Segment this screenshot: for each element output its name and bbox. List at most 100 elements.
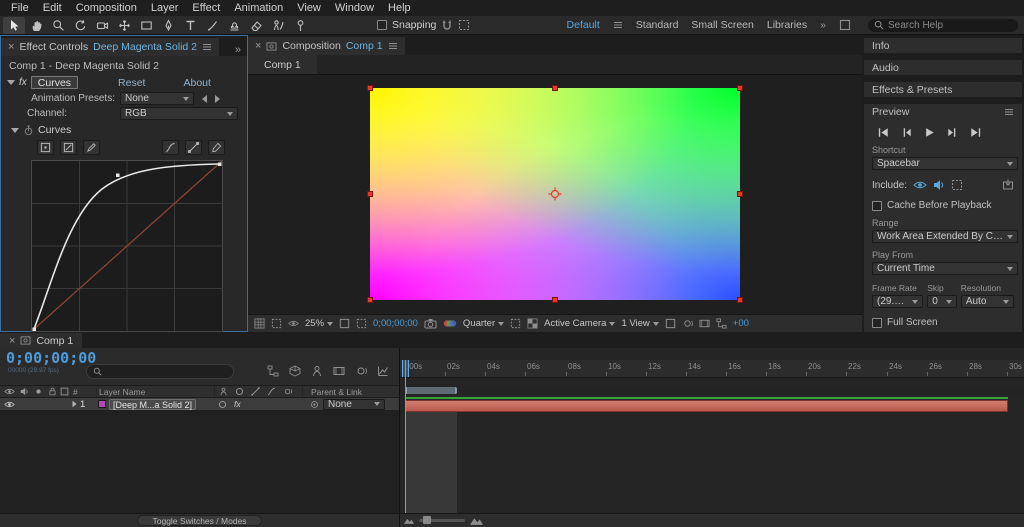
layer-name-column-header[interactable]: Layer Name: [99, 387, 145, 397]
expander-icon[interactable]: [11, 128, 19, 133]
zoom-out-mountain-icon[interactable]: [404, 517, 414, 524]
switches-effects-icon[interactable]: [267, 387, 276, 396]
include-audio-speaker-icon[interactable]: [933, 179, 945, 191]
magnification-dropdown[interactable]: 25%: [305, 318, 333, 329]
zoom-slider-thumb[interactable]: [423, 516, 431, 524]
stopwatch-icon[interactable]: [24, 125, 33, 136]
menu-animation[interactable]: Animation: [227, 0, 290, 16]
include-video-eye-icon[interactable]: [913, 179, 927, 191]
camera-tool[interactable]: [91, 17, 113, 34]
curve-node[interactable]: [33, 328, 37, 332]
snap-edges-icon[interactable]: [441, 19, 453, 31]
menu-effect[interactable]: Effect: [185, 0, 227, 16]
timeline-track-area[interactable]: :00s 02s 04s 06s 08s 10s 12s 14s 16s 18s…: [400, 348, 1024, 513]
audio-panel-header[interactable]: Audio: [864, 60, 1022, 75]
layer-expander-icon[interactable]: [73, 401, 77, 407]
first-frame-button[interactable]: [878, 127, 889, 138]
anchor-point-icon[interactable]: [548, 187, 562, 201]
layer-row-1[interactable]: 1 [Deep M...a Solid 2] fx None: [0, 398, 399, 411]
layer-collapse-switch-icon[interactable]: [218, 400, 227, 409]
range-dropdown[interactable]: Work Area Extended By Current...: [872, 230, 1018, 243]
hide-shy-layers-icon[interactable]: [311, 365, 323, 377]
tab-overflow-chevrons[interactable]: »: [229, 44, 247, 56]
graph-editor-icon[interactable]: [377, 365, 389, 377]
switches-collapse-icon[interactable]: [235, 387, 244, 396]
timeline-empty-area[interactable]: [0, 411, 399, 513]
menu-view[interactable]: View: [290, 0, 328, 16]
type-tool[interactable]: [179, 17, 201, 34]
resolution-dropdown[interactable]: Quarter: [463, 318, 504, 329]
audio-column-speaker-icon[interactable]: [20, 387, 29, 396]
selection-handle[interactable]: [737, 297, 743, 303]
smooth-curve-icon[interactable]: [162, 140, 179, 155]
menu-layer[interactable]: Layer: [144, 0, 186, 16]
eyedropper-icon[interactable]: [208, 140, 225, 155]
timeline-tab-comp1[interactable]: × Comp 1: [0, 333, 82, 348]
play-button[interactable]: [924, 127, 935, 138]
panel-menu-icon[interactable]: [1004, 108, 1014, 116]
flowchart-icon[interactable]: [716, 318, 727, 329]
roto-brush-tool[interactable]: [267, 17, 289, 34]
mini-flowchart-icon[interactable]: [267, 365, 279, 377]
previous-frame-button[interactable]: [901, 127, 912, 138]
effect-name-curves[interactable]: Curves: [31, 76, 78, 89]
camera-view-dropdown[interactable]: Active Camera: [544, 318, 615, 329]
snapping-checkbox[interactable]: [377, 20, 387, 30]
roi-icon[interactable]: [510, 318, 521, 329]
timeline-button-icon[interactable]: [699, 318, 710, 329]
clone-stamp-tool[interactable]: [223, 17, 245, 34]
menu-edit[interactable]: Edit: [36, 0, 69, 16]
selection-tool[interactable]: [3, 17, 25, 34]
video-column-eye-icon[interactable]: [4, 387, 15, 396]
play-from-dropdown[interactable]: Current Time: [872, 262, 1018, 275]
brush-tool[interactable]: [201, 17, 223, 34]
composition-viewer[interactable]: [248, 75, 862, 314]
workspace-default[interactable]: Default: [567, 19, 600, 31]
curves-graph[interactable]: [31, 160, 223, 332]
render-queue-icon[interactable]: [1002, 179, 1014, 191]
search-help-input[interactable]: [888, 20, 998, 31]
switches-blur-icon[interactable]: [283, 387, 292, 396]
transparency-grid-icon[interactable]: [527, 318, 538, 329]
full-screen-checkbox[interactable]: [872, 318, 882, 328]
selection-handle[interactable]: [367, 191, 373, 197]
show-channel-icon[interactable]: [443, 318, 457, 329]
preview-panel-header[interactable]: Preview: [864, 104, 1022, 119]
channel-dropdown[interactable]: RGB: [120, 107, 238, 120]
timeline-zoom-slider[interactable]: [419, 519, 465, 522]
fast-previews-icon[interactable]: [682, 318, 693, 329]
exposure-value[interactable]: +00: [733, 318, 749, 329]
switches-quality-icon[interactable]: [251, 387, 260, 396]
curve-node[interactable]: [218, 163, 222, 167]
time-ruler[interactable]: :00s 02s 04s 06s 08s 10s 12s 14s 16s 18s…: [400, 360, 1024, 378]
view-layout-dropdown[interactable]: 1 View: [621, 318, 658, 329]
menu-file[interactable]: File: [4, 0, 36, 16]
solo-column-icon[interactable]: [34, 387, 43, 396]
effects-presets-panel-header[interactable]: Effects & Presets: [864, 82, 1022, 97]
layer-fx-badge[interactable]: fx: [234, 399, 241, 409]
view-options-icon[interactable]: [288, 318, 299, 329]
close-icon[interactable]: ×: [255, 40, 261, 52]
pen-tool[interactable]: [157, 17, 179, 34]
shape-tool[interactable]: [135, 17, 157, 34]
eraser-tool[interactable]: [245, 17, 267, 34]
motion-blur-icon[interactable]: [355, 365, 367, 377]
snapshot-camera-icon[interactable]: [424, 318, 437, 329]
selection-handle[interactable]: [367, 297, 373, 303]
hand-tool[interactable]: [25, 17, 47, 34]
resolution-dropdown-preview[interactable]: Auto: [961, 295, 1014, 308]
curve-pencil-tool-icon[interactable]: [83, 140, 100, 155]
layer-duration-bar[interactable]: [405, 400, 1008, 412]
menu-window[interactable]: Window: [328, 0, 381, 16]
cache-before-playback-checkbox[interactable]: [872, 201, 882, 211]
linear-curve-icon[interactable]: [185, 140, 202, 155]
preview-timecode[interactable]: 0;00;00;00: [373, 318, 418, 329]
frame-blending-icon[interactable]: [333, 365, 345, 377]
reset-link[interactable]: Reset: [118, 77, 145, 89]
switches-shy-icon[interactable]: [219, 387, 228, 396]
zoom-in-mountain-icon[interactable]: [470, 516, 483, 525]
selection-handle[interactable]: [552, 297, 558, 303]
curve-auto-tool-icon[interactable]: [60, 140, 77, 155]
parent-pickwhip-icon[interactable]: [310, 400, 319, 409]
work-area-bar[interactable]: [405, 387, 457, 394]
